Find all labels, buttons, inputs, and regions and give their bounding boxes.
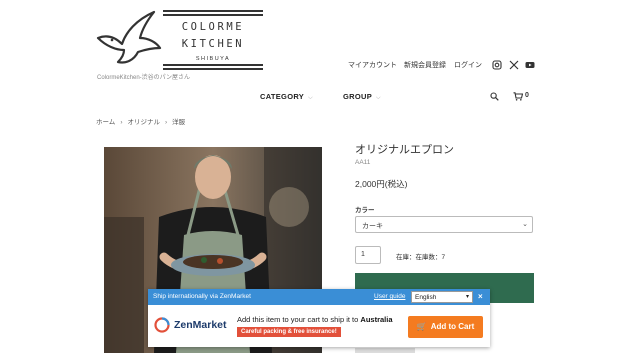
logo-location: SHIBUYA [195, 56, 231, 62]
site-tagline: ColormeKitchen-渋谷のパン屋さん [97, 75, 190, 81]
quantity-input[interactable]: 1 [355, 246, 381, 264]
search-icon[interactable] [490, 92, 499, 101]
zenmarket-header: Ship internationally via ZenMarket User … [148, 289, 490, 305]
ship-message: Add this item to your cart to ship it to… [237, 315, 393, 324]
user-guide-link[interactable]: User guide [374, 293, 405, 300]
login-link[interactable]: ログイン [454, 60, 482, 70]
product-price: 2,000円(税込) [355, 179, 408, 189]
ship-country: Australia [360, 315, 393, 324]
close-icon[interactable]: × [478, 292, 483, 301]
register-link[interactable]: 新規会員登録 [404, 60, 446, 70]
nav-group[interactable]: GROUP ⌵ [343, 92, 381, 102]
stock-status: 在庫：在庫数：7 [396, 254, 446, 261]
chevron-down-icon: ⌄ [522, 221, 528, 228]
zenmarket-widget: Ship internationally via ZenMarket User … [148, 289, 490, 347]
bird-logo-icon [96, 10, 162, 64]
instagram-icon[interactable] [492, 60, 502, 70]
breadcrumb-original[interactable]: オリジナル [127, 119, 160, 126]
zenmarket-header-text: Ship internationally via ZenMarket [153, 293, 251, 300]
chevron-right-icon: › [120, 119, 123, 126]
color-option-label: カラー [355, 207, 375, 214]
my-account-link[interactable]: マイアカウント [348, 60, 397, 70]
product-title: オリジナルエプロン [355, 144, 454, 156]
language-select[interactable]: English ▾ [411, 291, 473, 303]
zenmarket-mark-icon [154, 317, 170, 333]
chevron-down-icon: ⌵ [308, 95, 313, 101]
breadcrumb-clothing[interactable]: 洋服 [172, 119, 185, 126]
below-fold-element [355, 348, 415, 353]
chevron-right-icon: › [164, 119, 168, 126]
product-sku: AA11 [355, 159, 371, 166]
nav-category[interactable]: CATEGORY ⌵ [260, 92, 313, 102]
youtube-icon[interactable] [525, 60, 535, 70]
zenmarket-cart-label: Add to Cart [430, 322, 475, 331]
chevron-down-icon: ⌵ [376, 95, 381, 101]
ship-message-text: Add this item to your cart to ship it to [237, 315, 359, 324]
logo-line-2: KITCHEN [181, 38, 245, 50]
breadcrumb: ホーム › オリジナル › 洋服 [96, 116, 185, 126]
logo-line-1: COLORME [181, 21, 245, 33]
color-select-value: カーキ [362, 223, 383, 230]
nav-category-label: CATEGORY [260, 92, 305, 101]
color-select[interactable]: カーキ ⌄ [355, 216, 533, 233]
chevron-down-icon: ▾ [465, 294, 469, 300]
language-value: English [415, 294, 437, 301]
logo-wordmark[interactable]: COLORME KITCHEN SHIBUYA [163, 10, 263, 70]
zenmarket-logo: ZenMarket [154, 316, 234, 334]
zenmarket-logo-text: ZenMarket [174, 319, 227, 331]
cart-icon[interactable] [513, 92, 523, 101]
cart-icon: 🛒 [416, 322, 427, 331]
x-icon[interactable] [509, 60, 519, 70]
insurance-badge: Careful packing & free insurance! [237, 327, 341, 337]
cart-count: 0 [525, 92, 529, 99]
zenmarket-add-to-cart-button[interactable]: 🛒 Add to Cart [408, 316, 483, 338]
nav-group-label: GROUP [343, 92, 373, 101]
breadcrumb-home[interactable]: ホーム [96, 119, 115, 126]
